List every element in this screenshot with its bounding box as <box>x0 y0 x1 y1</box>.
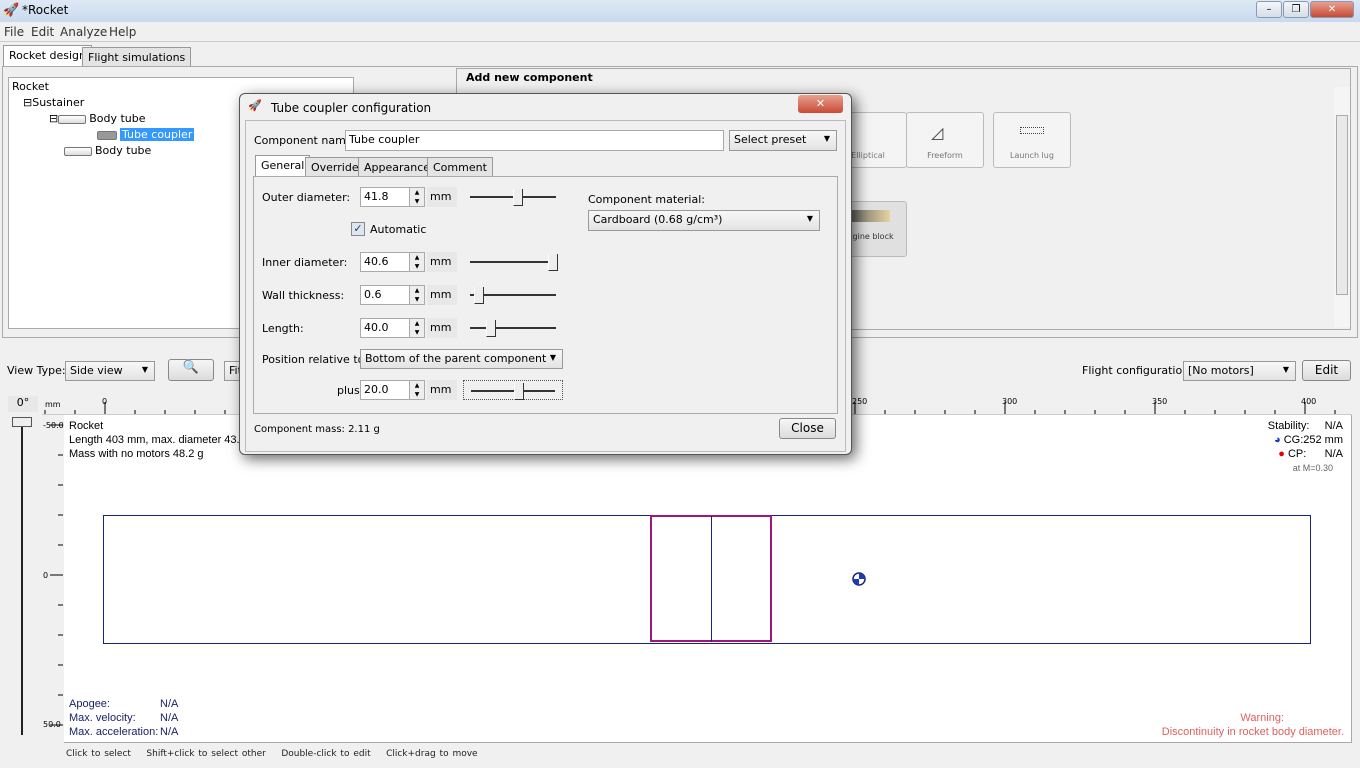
material-label: Component material: <box>588 193 705 206</box>
stability-info: Stability: N/A ◕ CG:252 mm ● CP: N/A at … <box>1220 419 1343 475</box>
dialog-title: Tube coupler configuration <box>271 101 432 115</box>
hint: Click to select <box>66 749 131 759</box>
cg-value: CG:252 mm <box>1283 434 1343 446</box>
wall-thickness-input[interactable]: 0.6 <box>360 285 410 305</box>
rocket-icon: 🚀 <box>248 99 262 112</box>
slider-thumb[interactable] <box>513 383 524 400</box>
dialog-tab-override[interactable]: Override <box>305 157 365 176</box>
status-hints: Click to select Shift+click to select ot… <box>66 749 478 759</box>
rocket-dimensions: Length 403 mm, max. diameter 43.0 <box>69 434 246 446</box>
outer-diameter-unit: mm <box>427 187 457 207</box>
warning-box: Warning: Discontinuity in rocket body di… <box>1100 711 1344 739</box>
position-value: Bottom of the parent component <box>365 352 547 365</box>
chevron-down-icon: ▼ <box>806 214 813 223</box>
tube-coupler-dialog: 🚀 Tube coupler configuration ✕ Component… <box>239 93 852 455</box>
wall-thickness-unit: mm <box>427 285 457 305</box>
slider-thumb[interactable] <box>473 287 484 304</box>
cg-icon: ◕ <box>1273 434 1281 446</box>
hint: Shift+click to select other <box>146 749 266 759</box>
component-mass: Component mass: 2.11 g <box>254 424 380 435</box>
apogee-value: N/A <box>160 698 179 710</box>
length-spinner[interactable]: ▲ ▼ <box>409 318 425 338</box>
warning-title: Warning: <box>1240 712 1284 724</box>
flight-info: Apogee: N/A Max. velocity: N/A Max. accele… <box>69 697 178 739</box>
outer-diameter-label: Outer diameter: <box>262 191 351 204</box>
wall-thickness-slider[interactable] <box>470 285 556 305</box>
plus-offset-spinner[interactable]: ▲ ▼ <box>409 380 425 400</box>
position-label: Position relative to: <box>262 353 369 366</box>
length-slider[interactable] <box>470 318 556 338</box>
dialog-tab-appearance[interactable]: Appearance <box>358 157 437 176</box>
inner-diameter-label: Inner diameter: <box>262 256 348 269</box>
rocket-info: Rocket Length 403 mm, max. diameter 43.0… <box>69 419 246 461</box>
stability-value: N/A <box>1324 420 1343 432</box>
dialog-close-button[interactable]: Close <box>779 418 836 439</box>
rocket-name: Rocket <box>69 420 104 432</box>
mach-value: at M=0.30 <box>1292 463 1333 473</box>
acceleration-label: Max. acceleration: <box>69 726 159 738</box>
automatic-label: Automatic <box>370 223 427 236</box>
inner-diameter-input[interactable]: 40.6 <box>360 252 410 272</box>
material-select[interactable]: Cardboard (0.68 g/cm³) ▼ <box>588 210 820 231</box>
preset-label: Select preset <box>734 133 807 146</box>
position-select[interactable]: Bottom of the parent component ▼ <box>360 349 563 369</box>
velocity-value: N/A <box>160 712 179 724</box>
body-tube-outline <box>103 515 1311 644</box>
velocity-label: Max. velocity: <box>69 712 136 724</box>
plus-offset-slider[interactable] <box>463 380 563 400</box>
cp-label: CP: <box>1287 448 1307 460</box>
rocket-mass: Mass with no motors 48.2 g <box>69 448 204 460</box>
slider-thumb[interactable] <box>548 254 558 271</box>
inner-diameter-slider[interactable] <box>470 252 558 272</box>
length-input[interactable]: 40.0 <box>360 318 410 338</box>
length-unit: mm <box>427 318 457 338</box>
inner-diameter-spinner[interactable]: ▲ ▼ <box>409 252 425 272</box>
stability-label: Stability: <box>1267 420 1310 432</box>
outer-diameter-input[interactable]: 41.8 <box>360 187 410 207</box>
automatic-checkbox[interactable]: ✓ <box>351 222 365 236</box>
dialog-tab-comment[interactable]: Comment <box>427 157 493 176</box>
dialog-tab-general[interactable]: General <box>255 155 311 176</box>
component-name-label: Component name: <box>254 134 357 147</box>
chevron-down-icon: ▼ <box>823 134 830 143</box>
plus-offset-unit: mm <box>427 380 457 400</box>
warning-text: Discontinuity in rocket body diameter. <box>1161 726 1344 738</box>
outer-diameter-slider[interactable] <box>470 187 556 207</box>
material-value: Cardboard (0.68 g/cm³) <box>593 213 723 226</box>
slider-thumb[interactable] <box>485 320 496 337</box>
dialog-close-icon[interactable]: ✕ <box>798 95 843 113</box>
hint: Double-click to edit <box>281 749 371 759</box>
wall-thickness-label: Wall thickness: <box>262 289 345 302</box>
component-name-input[interactable]: Tube coupler <box>345 130 724 151</box>
apogee-label: Apogee: <box>69 698 110 710</box>
chevron-down-icon: ▼ <box>549 353 556 362</box>
select-preset-dropdown[interactable]: Select preset ▼ <box>729 130 837 151</box>
cp-value: N/A <box>1324 448 1343 460</box>
length-label: Length: <box>262 322 304 335</box>
wall-thickness-spinner[interactable]: ▲ ▼ <box>409 285 425 305</box>
acceleration-value: N/A <box>160 726 179 738</box>
outer-diameter-spinner[interactable]: ▲ ▼ <box>409 187 425 207</box>
hint: Click+drag to move <box>386 749 478 759</box>
inner-diameter-unit: mm <box>427 252 457 272</box>
cg-marker-icon <box>852 572 866 586</box>
slider-thumb[interactable] <box>512 189 523 206</box>
plus-label: plus <box>337 384 360 397</box>
plus-offset-input[interactable]: 20.0 <box>360 380 410 400</box>
cp-icon: ● <box>1278 448 1285 460</box>
